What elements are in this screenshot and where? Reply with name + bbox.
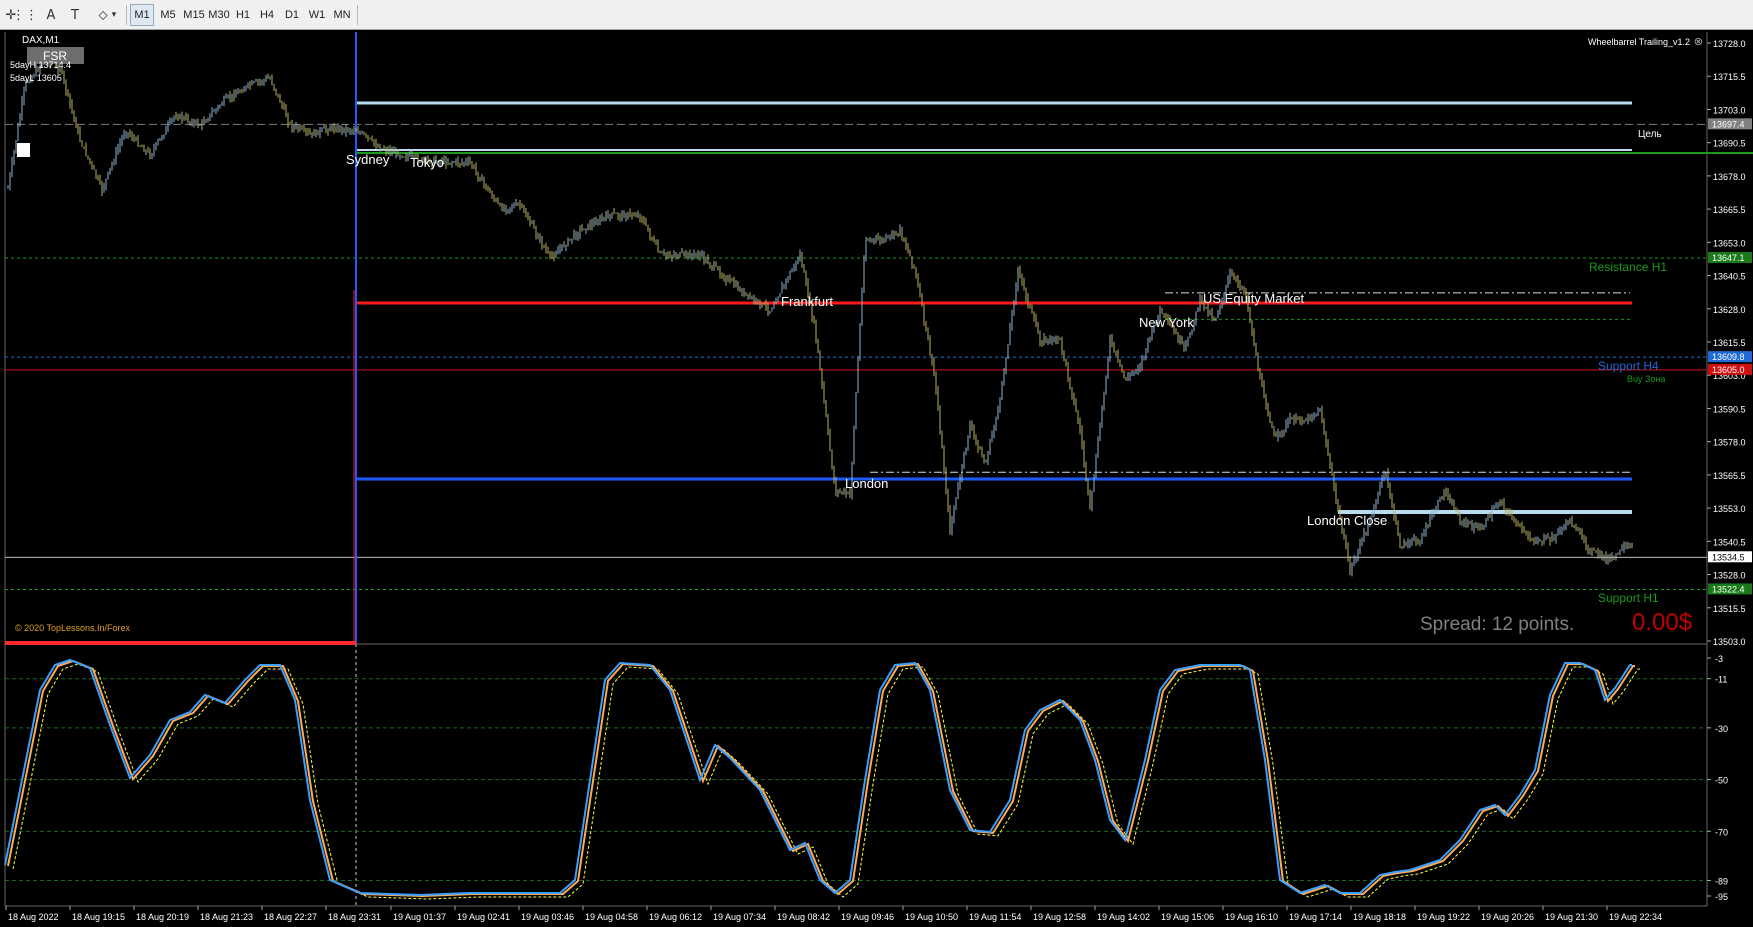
time-axis-label: 19 Aug 22:34: [1609, 912, 1662, 922]
time-axis-label: 19 Aug 09:46: [841, 912, 894, 922]
price-axis-label: 13665.5: [1713, 205, 1746, 215]
oscillator-axis-label: -89: [1715, 876, 1728, 886]
time-axis-label: 19 Aug 14:02: [1097, 912, 1150, 922]
price-axis-label: 13503.0: [1713, 637, 1746, 647]
resistance-h1-label: Resistance H1: [1589, 260, 1667, 274]
profit-label: 0.00$: [1632, 609, 1692, 636]
time-axis-label: 18 Aug 20:19: [136, 912, 189, 922]
price-tag-label: 13609.8: [1712, 352, 1745, 362]
time-axis-label: 19 Aug 21:30: [1545, 912, 1598, 922]
time-axis-label: 19 Aug 03:46: [521, 912, 574, 922]
time-axis-label: 18 Aug 22:27: [264, 912, 317, 922]
session-label-sydney: Sydney: [346, 152, 390, 167]
close-icon[interactable]: ⊗: [1694, 36, 1703, 48]
indicator-name-label: Wheelbarrel Trailing_v1.2: [1588, 37, 1690, 47]
session-bar: [5, 641, 356, 645]
time-axis-label: 19 Aug 16:10: [1225, 912, 1278, 922]
session-label-london: London: [845, 476, 888, 491]
price-axis-label: 13540.5: [1713, 537, 1746, 547]
five-day-low-label: 5dayL 13605: [10, 73, 62, 83]
oscillator-axis-label: -3: [1715, 654, 1723, 664]
price-tag-label: 13522.4: [1712, 584, 1745, 594]
time-axis-label: 19 Aug 12:58: [1033, 912, 1086, 922]
price-tag-label: 13534.5: [1712, 552, 1745, 562]
price-tag-label: 13647.1: [1712, 253, 1745, 263]
session-label-new-york: New York: [1139, 315, 1194, 330]
time-axis-label: 19 Aug 20:26: [1481, 912, 1534, 922]
price-axis-label: 13628.0: [1713, 305, 1746, 315]
session-label-london-close: London Close: [1307, 513, 1387, 528]
time-axis-label: 19 Aug 04:58: [585, 912, 638, 922]
copyright-label: © 2020 TopLessons.In/Forex: [15, 623, 131, 633]
time-axis-label: 18 Aug 2022: [8, 912, 59, 922]
session-label-us-equity: US Equity Market: [1203, 291, 1305, 306]
time-axis-label: 18 Aug 21:23: [200, 912, 253, 922]
time-axis-label: 19 Aug 15:06: [1161, 912, 1214, 922]
price-tag-label: 13697.4: [1712, 119, 1745, 129]
price-axis-label: 13528.0: [1713, 571, 1746, 581]
time-axis-label: 19 Aug 17:14: [1289, 912, 1342, 922]
price-axis-label: 13565.5: [1713, 471, 1746, 481]
price-axis-label: 13728.0: [1713, 39, 1746, 49]
spread-label: Spread: 12 points.: [1420, 614, 1574, 635]
time-axis-label: 19 Aug 19:22: [1417, 912, 1470, 922]
time-axis-label: 19 Aug 01:37: [393, 912, 446, 922]
time-axis-label: 19 Aug 10:50: [905, 912, 958, 922]
price-axis-label: 13515.5: [1713, 604, 1746, 614]
session-label-frankfurt: Frankfurt: [781, 294, 833, 309]
target-level-label: Цель: [1638, 129, 1662, 140]
oscillator-axis-label: -11: [1715, 675, 1727, 685]
price-axis-label: 13640.5: [1713, 272, 1746, 282]
price-chart[interactable]: 13728.0 13715.5 13703.0 13690.5 13678.0 13665…: [0, 0, 1753, 927]
oscillator-axis-label: -70: [1715, 827, 1728, 837]
price-axis-label: 13653.0: [1713, 238, 1746, 248]
price-axis-label: 13715.5: [1713, 72, 1746, 82]
oscillator-axis-label: -95: [1715, 892, 1728, 902]
time-axis-label: 18 Aug 19:15: [72, 912, 125, 922]
price-axis-label: 13590.5: [1713, 404, 1746, 414]
time-axis-label: 19 Aug 02:41: [457, 912, 510, 922]
buy-zone-label: Buy Зона: [1627, 374, 1665, 384]
support-h4-label: Support H4: [1598, 359, 1659, 373]
price-axis-label: 13615.5: [1713, 338, 1746, 348]
time-axis-label: 19 Aug 08:42: [777, 912, 830, 922]
time-axis-label: 19 Aug 11:54: [969, 912, 1021, 922]
price-axis-label: 13553.0: [1713, 504, 1746, 514]
time-axis-label: 18 Aug 23:31: [328, 912, 381, 922]
price-axis-label: 13690.5: [1713, 139, 1746, 149]
five-day-high-label: 5dayH 13714.4: [10, 60, 71, 70]
price-tag-label: 13605.0: [1712, 365, 1745, 375]
session-label-tokyo: Tokyo: [410, 155, 444, 170]
time-axis-label: 19 Aug 18:18: [1353, 912, 1406, 922]
price-axis-label: 13703.0: [1713, 105, 1746, 115]
period-separator-marker: [17, 143, 30, 157]
support-h1-label: Support H1: [1598, 591, 1659, 605]
time-axis-label: 19 Aug 07:34: [713, 912, 766, 922]
oscillator-axis-label: -50: [1715, 776, 1728, 786]
price-axis-label: 13578.0: [1713, 438, 1746, 448]
symbol-label: DAX,M1: [22, 35, 60, 46]
time-axis-label: 19 Aug 06:12: [649, 912, 702, 922]
price-axis-label: 13678.0: [1713, 172, 1746, 182]
oscillator-axis-label: -30: [1715, 724, 1728, 734]
